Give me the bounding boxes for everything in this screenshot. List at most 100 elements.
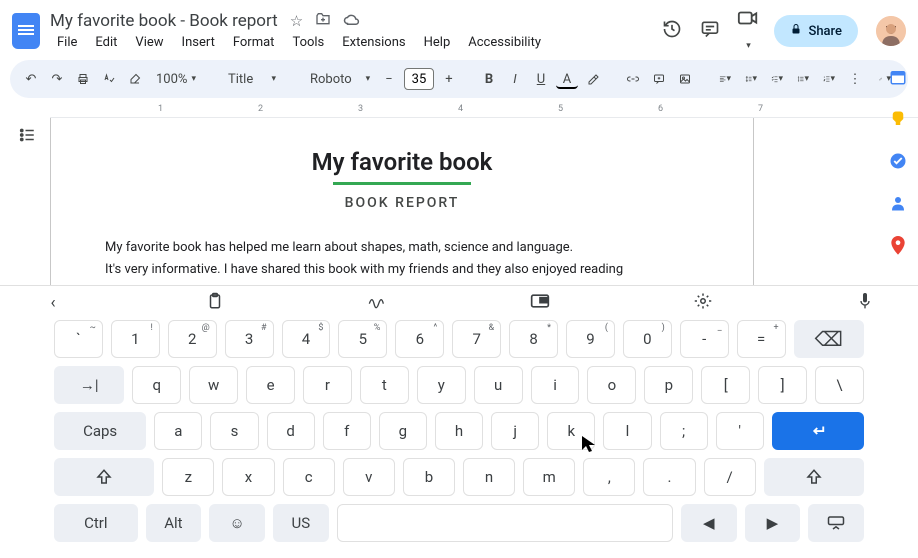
redo-button[interactable]: ↷	[46, 68, 68, 91]
kb-clipboard-icon[interactable]	[202, 292, 228, 315]
key-9[interactable]: 9(	[566, 320, 615, 358]
key-/[interactable]: /	[704, 458, 756, 496]
avatar[interactable]	[876, 16, 906, 46]
font-size-input[interactable]	[404, 68, 434, 90]
menu-file[interactable]: File	[50, 33, 84, 52]
key-;[interactable]: ;	[660, 412, 708, 450]
menu-accessibility[interactable]: Accessibility	[461, 33, 548, 52]
key-q[interactable]: q	[132, 366, 181, 404]
font-select[interactable]: Roboto▾	[302, 68, 360, 91]
key-c[interactable]: c	[283, 458, 335, 496]
key-2[interactable]: 2@	[168, 320, 217, 358]
highlight-button[interactable]	[582, 67, 604, 91]
zoom-select[interactable]: 100%▾	[150, 68, 202, 91]
maps-icon[interactable]	[888, 236, 908, 256]
ruler[interactable]: 1 2 3 4 5 6 7	[50, 102, 918, 118]
menu-edit[interactable]: Edit	[88, 33, 124, 52]
key-b[interactable]: b	[403, 458, 455, 496]
key-language[interactable]: US	[273, 504, 329, 542]
key-right[interactable]: ▶	[745, 504, 801, 542]
key-space[interactable]	[337, 504, 673, 542]
underline-button[interactable]: U	[530, 68, 552, 91]
more-toolbar-button[interactable]: ⋮	[844, 68, 866, 91]
key-,[interactable]: ,	[583, 458, 635, 496]
menu-extensions[interactable]: Extensions	[335, 33, 412, 52]
calendar-icon[interactable]	[888, 68, 908, 88]
spellcheck-button[interactable]	[98, 67, 120, 91]
key-6[interactable]: 6^	[395, 320, 444, 358]
increase-font-button[interactable]: +	[438, 68, 460, 91]
key-\[interactable]: \	[815, 366, 864, 404]
document-title[interactable]: My favorite book - Book report	[50, 11, 278, 31]
checklist-button[interactable]: ▾	[766, 68, 788, 90]
kb-mic-icon[interactable]	[852, 291, 878, 316]
bullet-list-button[interactable]: ▾	[792, 68, 814, 90]
share-button[interactable]: Share	[774, 15, 858, 47]
key-ctrl[interactable]: Ctrl	[54, 504, 138, 542]
text-color-button[interactable]: A	[556, 69, 578, 89]
key-tab[interactable]: →|	[54, 366, 124, 404]
key-n[interactable]: n	[463, 458, 515, 496]
key-w[interactable]: w	[189, 366, 238, 404]
menu-tools[interactable]: Tools	[285, 33, 331, 52]
key-1[interactable]: 1!	[111, 320, 160, 358]
key-'[interactable]: '	[716, 412, 764, 450]
kb-back-icon[interactable]: ‹	[40, 293, 66, 313]
kb-floating-icon[interactable]	[527, 293, 553, 314]
key-z[interactable]: z	[162, 458, 214, 496]
key-3[interactable]: 3#	[225, 320, 274, 358]
key-][interactable]: ]	[758, 366, 807, 404]
key-e[interactable]: e	[246, 366, 295, 404]
comments-icon[interactable]	[698, 19, 722, 44]
key-u[interactable]: u	[474, 366, 523, 404]
numbered-list-button[interactable]: ▾	[818, 68, 840, 90]
key-p[interactable]: p	[644, 366, 693, 404]
kb-settings-icon[interactable]	[690, 292, 716, 315]
key--[interactable]: -_	[680, 320, 729, 358]
key-enter[interactable]	[772, 412, 864, 450]
key-.[interactable]: .	[643, 458, 695, 496]
key-i[interactable]: i	[531, 366, 580, 404]
key-h[interactable]: h	[435, 412, 483, 450]
key-l[interactable]: l	[603, 412, 651, 450]
key-caps[interactable]: Caps	[54, 412, 146, 450]
add-comment-button[interactable]	[648, 67, 670, 91]
print-button[interactable]	[72, 67, 94, 91]
key-emoji[interactable]: ☺	[209, 504, 265, 542]
cloud-status-icon[interactable]	[343, 12, 361, 30]
docs-logo-icon[interactable]	[12, 13, 40, 49]
key-r[interactable]: r	[303, 366, 352, 404]
key-m[interactable]: m	[523, 458, 575, 496]
decrease-font-button[interactable]: −	[378, 68, 400, 91]
key-f[interactable]: f	[323, 412, 371, 450]
move-icon[interactable]	[315, 11, 331, 31]
meet-icon[interactable]: ▾	[736, 9, 760, 53]
tasks-icon[interactable]	[888, 152, 908, 172]
key-v[interactable]: v	[343, 458, 395, 496]
align-button[interactable]: ▾	[714, 68, 736, 90]
italic-button[interactable]: I	[504, 68, 526, 91]
key-4[interactable]: 4$	[282, 320, 331, 358]
key-d[interactable]: d	[267, 412, 315, 450]
history-icon[interactable]	[660, 19, 684, 44]
line-spacing-button[interactable]: ▾	[740, 68, 762, 90]
star-icon[interactable]: ☆	[290, 12, 303, 30]
key-0[interactable]: 0)	[623, 320, 672, 358]
insert-link-button[interactable]	[622, 67, 644, 91]
key-alt[interactable]: Alt	[146, 504, 202, 542]
keep-icon[interactable]	[888, 110, 908, 130]
key-8[interactable]: 8*	[509, 320, 558, 358]
key-left[interactable]: ◀	[681, 504, 737, 542]
key-5[interactable]: 5%	[338, 320, 387, 358]
key-`[interactable]: `~	[54, 320, 103, 358]
key-shift-right[interactable]	[764, 458, 864, 496]
outline-toggle-button[interactable]	[18, 126, 42, 150]
key-backspace[interactable]: ⌫	[794, 320, 864, 358]
key-y[interactable]: y	[417, 366, 466, 404]
key-t[interactable]: t	[360, 366, 409, 404]
key-o[interactable]: o	[587, 366, 636, 404]
key-[[interactable]: [	[701, 366, 750, 404]
kb-handwriting-icon[interactable]	[365, 293, 391, 314]
key-x[interactable]: x	[222, 458, 274, 496]
bold-button[interactable]: B	[478, 68, 500, 91]
